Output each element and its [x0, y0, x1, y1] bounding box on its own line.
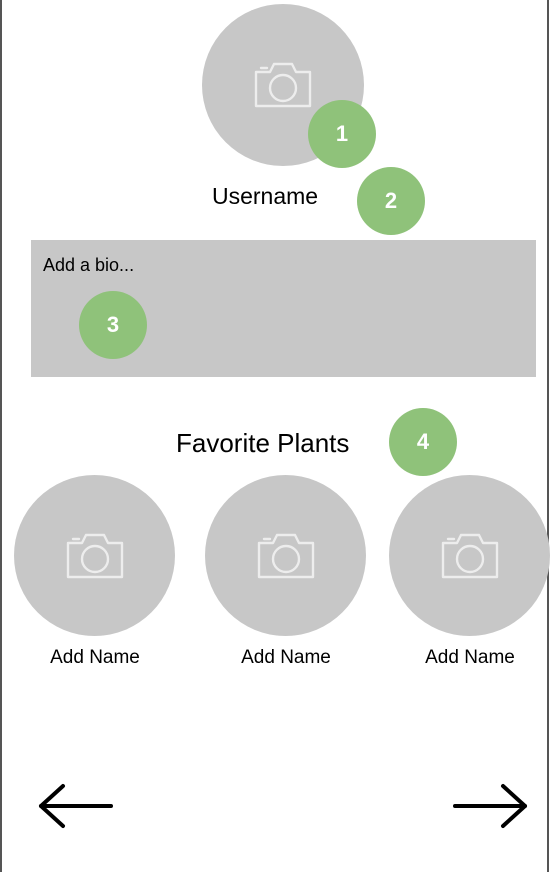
annotation-badge-1: 1 [308, 100, 376, 168]
forward-button[interactable] [446, 778, 536, 838]
annotation-badge-2: 2 [357, 167, 425, 235]
plant-name-1[interactable]: Add Name [15, 645, 175, 671]
annotation-badge-4: 4 [389, 408, 457, 476]
camera-icon [255, 531, 317, 581]
camera-icon [439, 531, 501, 581]
plant-photo-upload-3[interactable] [389, 475, 550, 636]
camera-icon [252, 60, 314, 110]
plant-name-2[interactable]: Add Name [206, 645, 366, 671]
annotation-badge-3: 3 [79, 291, 147, 359]
profile-screen: 1 Username 2 Add a bio... 3 Favorite Pla… [0, 0, 550, 872]
plant-photo-upload-1[interactable] [14, 475, 175, 636]
plant-photo-upload-2[interactable] [205, 475, 366, 636]
favorite-plants-title: Favorite Plants [176, 428, 350, 458]
plant-name-3[interactable]: Add Name [390, 645, 550, 671]
arrow-right-icon [451, 781, 531, 836]
arrow-left-icon [35, 781, 115, 836]
camera-icon [64, 531, 126, 581]
back-button[interactable] [30, 778, 120, 838]
